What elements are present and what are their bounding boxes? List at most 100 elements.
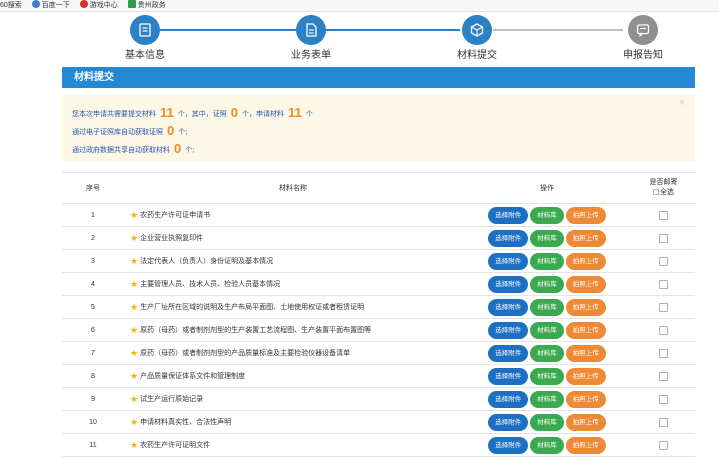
select-attachment-button[interactable]: 选择附件 <box>488 229 529 247</box>
select-attachment-button[interactable]: 选择附件 <box>488 206 529 224</box>
table-row: 8 ★ 产品质量保证体系文件和管理制度 选择附件 材料库 拍照上传 <box>62 364 695 388</box>
material-library-button[interactable]: 材料库 <box>530 206 564 224</box>
close-icon[interactable]: × <box>679 97 685 109</box>
star-icon: ★ <box>130 393 139 404</box>
bookmarks-bar: 60搜索 百度一下 游戏中心 贵州政务 <box>0 0 719 12</box>
select-attachment-button[interactable]: 选择附件 <box>488 367 529 385</box>
select-all[interactable]: 全选 <box>632 188 695 198</box>
material-library-button[interactable]: 材料库 <box>530 252 564 270</box>
table-row: 9 ★ 试生产运行原始记录 选择附件 材料库 拍照上传 <box>62 387 695 411</box>
star-icon: ★ <box>130 209 139 220</box>
photo-upload-button[interactable]: 拍照上传 <box>565 229 606 247</box>
photo-upload-button[interactable]: 拍照上传 <box>565 436 606 454</box>
step-basic-info: 基本信息 <box>100 15 190 62</box>
star-icon: ★ <box>130 324 139 335</box>
select-attachment-button[interactable]: 选择附件 <box>488 298 529 316</box>
star-icon: ★ <box>130 370 139 381</box>
table-row: 11 ★ 农药生产许可证明文件 选择附件 材料库 拍照上传 <box>62 433 695 457</box>
row-actions: 选择附件 材料库 拍照上传 <box>462 433 632 457</box>
row-name: ★ 生产厂址所在区域的说明及生产布局平面图、土地使用权证或者租赁证明 <box>124 295 462 319</box>
row-mail <box>632 249 695 273</box>
photo-upload-button[interactable]: 拍照上传 <box>565 413 606 431</box>
mail-checkbox[interactable] <box>659 394 668 404</box>
row-mail <box>632 433 695 457</box>
step-material-submit: 材料提交 <box>432 15 522 62</box>
row-name: ★ 产品质量保证体系文件和管理制度 <box>124 364 462 388</box>
header-mail-label: 是否邮寄 <box>649 179 678 186</box>
select-attachment-button[interactable]: 选择附件 <box>488 252 529 270</box>
row-seq: 5 <box>62 295 124 319</box>
row-name: ★ 农药生产许可证明文件 <box>124 433 462 457</box>
material-library-button[interactable]: 材料库 <box>530 390 564 408</box>
row-actions: 选择附件 材料库 拍照上传 <box>462 341 632 365</box>
star-icon: ★ <box>130 255 139 266</box>
total-count: 11 <box>160 105 174 120</box>
mail-checkbox[interactable] <box>659 371 668 381</box>
row-actions: 选择附件 材料库 拍照上传 <box>462 364 632 388</box>
mail-checkbox[interactable] <box>659 325 668 335</box>
table-header-row: 序号 材料名称 操作 是否邮寄 全选 <box>62 172 695 204</box>
table-row: 2 ★ 企业营业执照复印件 选择附件 材料库 拍照上传 <box>62 226 695 250</box>
bookmark-guizhou-gov[interactable]: 贵州政务 <box>127 0 166 11</box>
select-attachment-button[interactable]: 选择附件 <box>488 344 529 362</box>
row-mail <box>632 272 695 296</box>
photo-upload-button[interactable]: 拍照上传 <box>565 321 606 339</box>
header-seq: 序号 <box>62 172 124 204</box>
row-mail <box>632 410 695 434</box>
table-row: 10 ★ 申请材料真实性、合法性声明 选择附件 材料库 拍照上传 <box>62 410 695 434</box>
bookmark-360-search[interactable]: 60搜索 <box>0 0 22 11</box>
material-library-button[interactable]: 材料库 <box>530 298 564 316</box>
mail-checkbox[interactable] <box>659 210 668 220</box>
row-actions: 选择附件 材料库 拍照上传 <box>462 249 632 273</box>
select-attachment-button[interactable]: 选择附件 <box>488 436 529 454</box>
table-row: 4 ★ 主要管理人员、技术人员、检验人员基本情况 选择附件 材料库 拍照上传 <box>62 272 695 296</box>
material-library-button[interactable]: 材料库 <box>530 344 564 362</box>
select-attachment-button[interactable]: 选择附件 <box>488 275 529 293</box>
select-attachment-button[interactable]: 选择附件 <box>488 413 529 431</box>
header-op: 操作 <box>462 172 632 204</box>
bookmark-game-center[interactable]: 游戏中心 <box>79 0 118 11</box>
row-name: ★ 申请材料真实性、合法性声明 <box>124 410 462 434</box>
material-library-button[interactable]: 材料库 <box>530 413 564 431</box>
material-library-button[interactable]: 材料库 <box>530 367 564 385</box>
photo-upload-button[interactable]: 拍照上传 <box>565 390 606 408</box>
mail-checkbox[interactable] <box>659 417 668 427</box>
table-row: 3 ★ 法定代表人（负责人）身份证明及基本情况 选择附件 材料库 拍照上传 <box>62 249 695 273</box>
mail-checkbox[interactable] <box>659 279 668 289</box>
material-library-button[interactable]: 材料库 <box>530 321 564 339</box>
mail-checkbox[interactable] <box>659 256 668 266</box>
photo-upload-button[interactable]: 拍照上传 <box>565 344 606 362</box>
bookmark-baidu[interactable]: 百度一下 <box>31 0 70 11</box>
row-seq: 7 <box>62 341 124 365</box>
row-mail <box>632 387 695 411</box>
photo-upload-button[interactable]: 拍照上传 <box>565 252 606 270</box>
step-declaration-notice: 申报告知 <box>598 15 688 62</box>
photo-upload-button[interactable]: 拍照上传 <box>565 298 606 316</box>
mail-checkbox[interactable] <box>659 348 668 358</box>
select-all-checkbox[interactable] <box>653 189 659 195</box>
mail-checkbox[interactable] <box>659 440 668 450</box>
row-seq: 2 <box>62 226 124 250</box>
table-row: 6 ★ 原药（母药）或者制剂剂型的生产装置工艺流程图、生产装置平面布置图等 选择附件 … <box>62 318 695 342</box>
material-library-button[interactable]: 材料库 <box>530 275 564 293</box>
mail-checkbox[interactable] <box>659 233 668 243</box>
row-name: ★ 原药（母药）或者制剂剂型的生产装置工艺流程图、生产装置平面布置图等 <box>124 318 462 342</box>
photo-upload-button[interactable]: 拍照上传 <box>565 206 606 224</box>
select-attachment-button[interactable]: 选择附件 <box>488 390 529 408</box>
star-icon: ★ <box>130 347 139 358</box>
row-name: ★ 原药（母药）或者制剂剂型的产品质量标准及主要检验仪器设备清单 <box>124 341 462 365</box>
step-label: 基本信息 <box>125 50 165 61</box>
table-row: 7 ★ 原药（母药）或者制剂剂型的产品质量标准及主要检验仪器设备清单 选择附件 材料库… <box>62 341 695 365</box>
select-attachment-button[interactable]: 选择附件 <box>488 321 529 339</box>
material-library-button[interactable]: 材料库 <box>530 436 564 454</box>
material-table: 序号 材料名称 操作 是否邮寄 全选 1 ★ 农药生产许可证申请书 选择附件 材料库 … <box>62 172 695 457</box>
row-actions: 选择附件 材料库 拍照上传 <box>462 410 632 434</box>
row-actions: 选择附件 材料库 拍照上传 <box>462 226 632 250</box>
photo-upload-button[interactable]: 拍照上传 <box>565 275 606 293</box>
photo-upload-button[interactable]: 拍照上传 <box>565 367 606 385</box>
step-label: 业务表单 <box>291 50 331 61</box>
row-seq: 8 <box>62 364 124 388</box>
mail-checkbox[interactable] <box>659 302 668 312</box>
row-seq: 4 <box>62 272 124 296</box>
material-library-button[interactable]: 材料库 <box>530 229 564 247</box>
